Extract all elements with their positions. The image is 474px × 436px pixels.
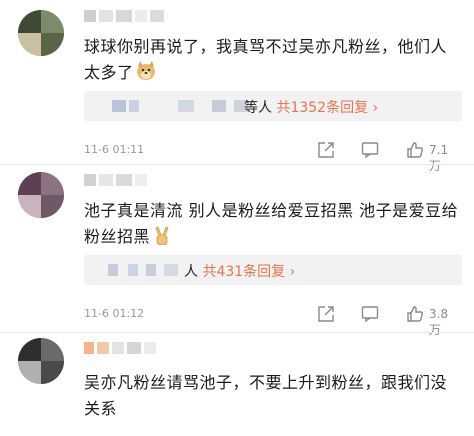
reply-summary[interactable]: 等人 共1352条回复 › [84, 91, 462, 121]
comment-meta: 11-6 01:11 7.1万 [84, 141, 460, 173]
reply-count-link[interactable]: 共1352条回复 [276, 100, 368, 116]
reply-users-suffix: 人 [184, 264, 198, 280]
avatar[interactable] [18, 10, 64, 56]
comment-text-content: 池子真是清流 别人是粉丝给爱豆招黑 池子是爱豆给粉丝招黑 [84, 201, 459, 246]
victory-hand-icon [152, 225, 172, 246]
reply-summary[interactable]: 人 共431条回复 › [84, 255, 462, 285]
reply-arrow-icon: › [289, 264, 296, 280]
reply-text[interactable]: 人 共431条回复 › [184, 261, 295, 281]
username-blurred[interactable] [84, 342, 174, 356]
comment-text-content: 吴亦凡粉丝请骂池子，不要上升到粉丝，跟我们没关系 [84, 373, 448, 418]
username-blurred[interactable] [84, 10, 174, 24]
doge-emoji-icon [136, 61, 156, 81]
username-blurred[interactable] [84, 174, 174, 188]
forward-icon[interactable] [317, 305, 335, 323]
comment-text: 球球你别再说了，我真骂不过吴亦凡粉丝，他们人太多了 [84, 34, 462, 86]
forward-icon[interactable] [317, 141, 335, 159]
comment-icon[interactable] [361, 305, 379, 323]
comment-time: 11-6 01:12 [84, 307, 145, 320]
reply-text[interactable]: 等人 共1352条回复 › [244, 97, 378, 117]
comment-icon[interactable] [361, 141, 379, 159]
reply-count-link[interactable]: 共431条回复 [202, 264, 285, 280]
reply-users-suffix: 等人 [244, 100, 272, 116]
comment-text: 吴亦凡粉丝请骂池子，不要上升到粉丝，跟我们没关系 [84, 370, 462, 422]
divider [0, 164, 474, 165]
reply-arrow-icon: › [372, 100, 379, 116]
avatar[interactable] [18, 172, 64, 218]
like-count: 7.1万 [429, 143, 449, 173]
comment-time: 11-6 01:11 [84, 143, 145, 156]
like-icon[interactable] [406, 141, 424, 159]
comment-meta: 11-6 01:12 3.8万 [84, 305, 460, 337]
comment-text: 池子真是清流 别人是粉丝给爱豆招黑 池子是爱豆给粉丝招黑 [84, 198, 462, 250]
like-count: 3.8万 [429, 307, 449, 337]
like-icon[interactable] [406, 305, 424, 323]
divider [0, 332, 474, 333]
avatar[interactable] [18, 338, 64, 384]
